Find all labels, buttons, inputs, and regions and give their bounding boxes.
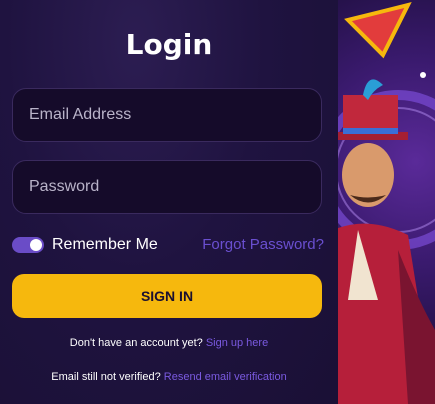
email-placeholder: Email Address: [29, 106, 132, 123]
not-verified-text: Email still not verified?: [51, 371, 161, 383]
password-field[interactable]: Password: [12, 160, 322, 214]
password-placeholder: Password: [29, 178, 100, 195]
remember-toggle[interactable]: [12, 237, 44, 253]
page-title: Login: [125, 28, 213, 61]
signup-line: Don't have an account yet? Sign up here: [0, 337, 338, 349]
verify-line: Email still not verified? Resend email v…: [0, 371, 338, 383]
remember-me[interactable]: Remember Me: [12, 234, 158, 256]
forgot-password-link[interactable]: Forgot Password?: [202, 234, 324, 256]
resend-verification-link[interactable]: Resend email verification: [164, 371, 287, 383]
casino-character-icon: [338, 0, 435, 404]
login-panel: Login Email Address Password Remember Me…: [0, 0, 338, 404]
no-account-text: Don't have an account yet?: [69, 337, 203, 349]
toggle-knob: [30, 239, 42, 251]
email-field[interactable]: Email Address: [12, 88, 322, 142]
remember-label: Remember Me: [52, 236, 158, 253]
sign-in-button[interactable]: SIGN IN: [12, 274, 322, 318]
signup-link[interactable]: Sign up here: [206, 337, 268, 349]
